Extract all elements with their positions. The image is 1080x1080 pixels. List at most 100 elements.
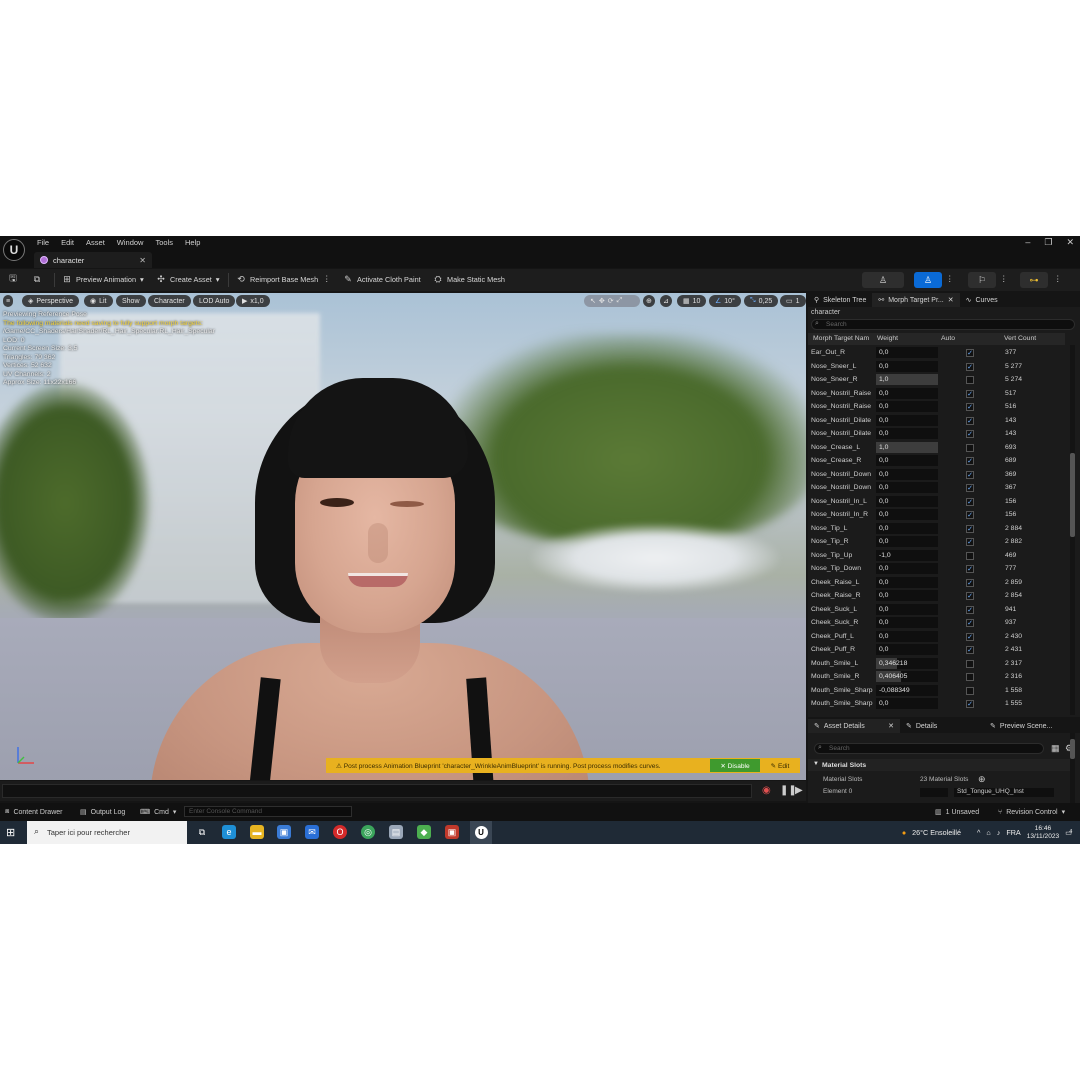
morph-target-row[interactable]: Ear_Out_R 0,0 ✓ 377 xyxy=(808,346,1065,360)
morph-target-row[interactable]: Cheek_Puff_R 0,0 ✓ 2 431 xyxy=(808,643,1065,657)
auto-checkbox[interactable]: ✓ xyxy=(966,565,974,573)
morph-target-row[interactable]: Cheek_Suck_L 0,0 ✓ 941 xyxy=(808,603,1065,617)
tab-asset-details[interactable]: ✎ Asset Details ✕ xyxy=(808,719,900,733)
weight-slider[interactable]: -1,0 xyxy=(876,549,938,561)
auto-checkbox[interactable]: ✓ xyxy=(966,592,974,600)
more-options-icon[interactable]: ⋮ xyxy=(946,274,953,283)
auto-checkbox[interactable]: ✓ xyxy=(966,700,974,708)
details-search-input[interactable]: ⌕ Search xyxy=(814,743,1044,754)
tab-curves[interactable]: ∿ Curves xyxy=(960,293,1004,307)
world-space-icon[interactable]: ⊕ xyxy=(643,295,655,307)
column-header-weight[interactable]: Weight xyxy=(877,335,898,342)
auto-checkbox[interactable]: ✓ xyxy=(966,430,974,438)
character-button[interactable]: Character xyxy=(148,295,191,307)
playback-speed-button[interactable]: ▶ x1,0 xyxy=(236,295,270,307)
auto-checkbox[interactable] xyxy=(966,659,974,668)
edit-button[interactable]: ✎ Edit xyxy=(760,759,800,772)
app-icon[interactable]: ▣ xyxy=(445,825,459,839)
menu-window[interactable]: Window xyxy=(117,238,144,247)
tab-preview-scene[interactable]: ✎ Preview Scene... xyxy=(984,719,1058,733)
close-icon[interactable]: ✕ xyxy=(888,722,894,730)
activate-cloth-paint-button[interactable]: ✎ Activate Cloth Paint xyxy=(343,274,420,284)
morph-target-row[interactable]: Mouth_Smile_R 0,406405 2 316 xyxy=(808,670,1065,684)
morph-target-row[interactable]: Nose_Nostril_In_R 0,0 ✓ 156 xyxy=(808,508,1065,522)
camera-speed-button[interactable]: ▭ 1 xyxy=(780,295,806,307)
rotation-snap-button[interactable]: ∠ 10° xyxy=(709,295,741,307)
animation-mode-button[interactable]: ⚐ xyxy=(968,272,996,288)
more-options-icon[interactable]: ⋮ xyxy=(1054,274,1061,283)
weight-slider[interactable]: 0,0 xyxy=(876,414,938,426)
weight-slider[interactable]: 0,0 xyxy=(876,455,938,466)
weight-slider[interactable]: 0,0 xyxy=(876,590,938,601)
auto-checkbox[interactable] xyxy=(966,673,974,681)
show-button[interactable]: Show xyxy=(116,295,146,307)
morph-target-row[interactable]: Cheek_Suck_R 0,0 ✓ 937 xyxy=(808,616,1065,630)
auto-checkbox[interactable]: ✓ xyxy=(966,457,974,465)
language-indicator[interactable]: FRA xyxy=(1006,828,1020,837)
app-icon[interactable]: ◆ xyxy=(417,825,431,839)
maximize-icon[interactable]: ❐ xyxy=(1044,237,1052,248)
auto-checkbox[interactable]: ✓ xyxy=(966,632,974,641)
morph-target-row[interactable]: Cheek_Raise_R 0,0 ✓ 2 854 xyxy=(808,589,1065,603)
menu-asset[interactable]: Asset xyxy=(86,238,105,247)
morph-table-scrollbar[interactable] xyxy=(1070,345,1075,715)
morph-target-row[interactable]: Nose_Nostril_Dilate 0,0 ✓ 143 xyxy=(808,414,1065,428)
weight-slider[interactable]: 0,0 xyxy=(876,630,938,642)
surface-snap-icon[interactable]: ⊿ xyxy=(660,295,672,307)
morph-target-row[interactable]: Nose_Tip_Up -1,0 469 xyxy=(808,549,1065,563)
cmd-dropdown[interactable]: ⌨ Cmd ▾ xyxy=(140,808,176,817)
weight-slider[interactable]: 0,0 xyxy=(876,617,938,628)
auto-checkbox[interactable] xyxy=(966,686,974,695)
menu-edit[interactable]: Edit xyxy=(61,238,74,247)
output-log-button[interactable]: ▤ Output Log xyxy=(80,808,125,817)
weight-slider[interactable]: 0,346218 xyxy=(876,657,938,669)
weight-slider[interactable]: 0,0 xyxy=(876,576,938,588)
morph-target-row[interactable]: Mouth_Smile_Sharp -0,088349 1 558 xyxy=(808,684,1065,698)
network-icon[interactable]: ⌂ xyxy=(986,828,990,837)
morph-target-row[interactable]: Nose_Crease_R 0,0 ✓ 689 xyxy=(808,454,1065,468)
chevron-up-icon[interactable]: ^ xyxy=(977,828,980,837)
weight-slider[interactable]: 0,0 xyxy=(876,347,938,358)
morph-target-row[interactable]: Cheek_Puff_L 0,0 ✓ 2 430 xyxy=(808,630,1065,644)
weight-slider[interactable]: 0,0 xyxy=(876,495,938,507)
weight-slider[interactable]: 0,406405 xyxy=(876,671,938,682)
auto-checkbox[interactable]: ✓ xyxy=(966,511,974,519)
3d-viewport[interactable]: ≡ ◈ Perspective ◉ Lit Show Character LOD A… xyxy=(0,293,806,780)
morph-target-row[interactable]: Nose_Nostril_Raise 0,0 ✓ 517 xyxy=(808,387,1065,401)
disable-button[interactable]: ✕ Disable xyxy=(710,759,760,772)
weight-slider[interactable]: 0,0 xyxy=(876,536,938,547)
perspective-button[interactable]: ◈ Perspective xyxy=(22,295,79,307)
morph-target-row[interactable]: Nose_Sneer_R 1,0 5 274 xyxy=(808,373,1065,387)
morph-target-row[interactable]: Nose_Tip_Down 0,0 ✓ 777 xyxy=(808,562,1065,576)
weight-slider[interactable]: 0,0 xyxy=(876,482,938,493)
weather-text[interactable]: 26°C Ensoleillé xyxy=(912,828,961,837)
auto-checkbox[interactable]: ✓ xyxy=(966,538,974,546)
auto-checkbox[interactable]: ✓ xyxy=(966,646,974,654)
viewport-menu-icon[interactable]: ≡ xyxy=(3,295,14,307)
material-slots-section[interactable]: ▼ Material Slots xyxy=(808,759,1070,771)
scale-snap-button[interactable]: ⤡ 0,25 xyxy=(744,295,779,307)
clock[interactable]: 16:46 13/11/2023 xyxy=(1027,825,1060,841)
scrollbar-thumb[interactable] xyxy=(1070,739,1075,759)
lit-button[interactable]: ◉ Lit xyxy=(84,295,113,307)
store-icon[interactable]: ▣ xyxy=(277,825,291,839)
column-header-auto[interactable]: Auto xyxy=(941,335,955,342)
weight-slider[interactable]: 1,0 xyxy=(876,374,938,385)
task-view-icon[interactable]: ⧉ xyxy=(195,825,209,839)
mesh-mode-button[interactable]: ♙ xyxy=(914,272,942,288)
column-header-name[interactable]: Morph Target Nam xyxy=(813,335,869,342)
auto-checkbox[interactable]: ✓ xyxy=(966,619,974,627)
menu-help[interactable]: Help xyxy=(185,238,200,247)
save-icon[interactable]: 🖫 xyxy=(8,273,18,284)
create-asset-button[interactable]: ✣ Create Asset ▾ xyxy=(156,274,219,284)
details-scrollbar[interactable] xyxy=(1070,733,1075,803)
weight-slider[interactable]: 0,0 xyxy=(876,387,938,399)
auto-checkbox[interactable]: ✓ xyxy=(966,389,974,398)
auto-checkbox[interactable]: ✓ xyxy=(966,524,974,533)
auto-checkbox[interactable]: ✓ xyxy=(966,362,974,371)
skeleton-mode-button[interactable]: ♙ xyxy=(862,272,904,288)
auto-checkbox[interactable] xyxy=(966,443,974,452)
app-icon[interactable]: ▤ xyxy=(389,825,403,839)
windows-start-icon[interactable]: ⊞ xyxy=(6,826,15,839)
browse-icon[interactable]: ⧉ xyxy=(32,274,42,284)
